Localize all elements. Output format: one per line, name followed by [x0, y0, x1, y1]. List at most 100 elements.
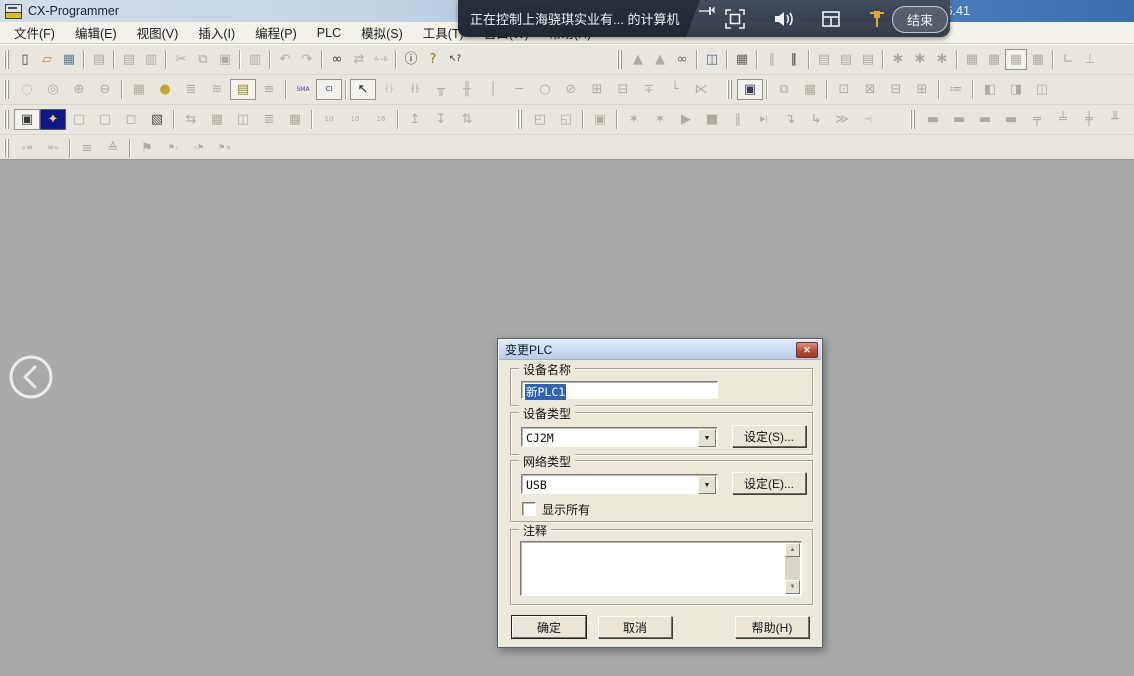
menu-view[interactable]: 视图(V)	[127, 21, 189, 44]
sim-step-in-icon[interactable]: ↴	[777, 109, 803, 130]
ok-button[interactable]: 确定	[512, 616, 586, 638]
function-block-invoke-icon[interactable]: ∓	[636, 79, 662, 100]
plc-clock-icon[interactable]: ◫	[230, 109, 256, 130]
bookmark-clear-icon[interactable]: ⚑×	[212, 138, 238, 159]
toolbar-grip[interactable]	[4, 80, 11, 99]
network-settings-button[interactable]: 设定(E)...	[732, 472, 806, 494]
sim-continuous-step-icon[interactable]: ≫	[829, 109, 855, 130]
context-help-icon[interactable]: ↖?	[444, 49, 466, 70]
menu-insert[interactable]: 插入(I)	[188, 21, 245, 44]
help-button[interactable]: 帮助(H)	[735, 616, 809, 638]
compile-program-icon[interactable]: ◫	[701, 49, 723, 70]
sim-stop-icon[interactable]: ■	[699, 109, 725, 130]
breakpoint-clear-icon[interactable]: ✶	[647, 109, 673, 130]
grid-toggle-icon[interactable]: ▦	[126, 79, 152, 100]
bookmark-toggle-icon[interactable]: ⚑	[134, 138, 160, 159]
differential-down-icon[interactable]: ╧	[1050, 109, 1076, 130]
next-reference-icon[interactable]: ↥	[402, 109, 428, 130]
mnemonic-view-icon[interactable]: SMA	[290, 79, 316, 100]
bookmark-previous-icon[interactable]: ‹⚑	[186, 138, 212, 159]
toolbar-grip[interactable]	[910, 110, 917, 129]
show-all-windows-icon[interactable]: ▲	[627, 49, 649, 70]
select-mode-icon[interactable]: ↖	[350, 79, 376, 100]
memory-cassette-icon[interactable]: ▬	[920, 109, 946, 130]
always-off-flag-icon[interactable]: ╫	[1128, 109, 1134, 130]
pause-monitoring-icon[interactable]: ∥	[783, 49, 805, 70]
menu-program[interactable]: 编程(P)	[245, 21, 307, 44]
previous-reference-icon[interactable]: ↧	[428, 109, 454, 130]
plc-memory-3-icon[interactable]: ▦	[1005, 49, 1027, 70]
io-table-icon[interactable]: ▦	[204, 109, 230, 130]
cancel-button[interactable]: 取消	[598, 616, 672, 638]
io-comment-view-icon[interactable]: ≋	[204, 79, 230, 100]
ladder-view-icon[interactable]: ▤	[230, 79, 256, 100]
toolbar-grip[interactable]	[727, 80, 734, 99]
expansion-memory-icon[interactable]: ▬	[972, 109, 998, 130]
function-block-instance-icon[interactable]: ⊟	[610, 79, 636, 100]
memory-grid-icon[interactable]: ▦	[282, 109, 308, 130]
menu-edit[interactable]: 编辑(E)	[65, 21, 127, 44]
delete-line-icon[interactable]: ⋉	[688, 79, 714, 100]
file-memory-icon[interactable]: ▬	[998, 109, 1024, 130]
print-preview-icon[interactable]: ▥	[140, 49, 162, 70]
replace-icon[interactable]: ⇄	[348, 49, 370, 70]
collapse-handle-icon[interactable]	[698, 2, 716, 11]
program-transfer-icon[interactable]: ▤	[835, 49, 857, 70]
indent-rung-icon[interactable]: ≡»	[40, 138, 66, 159]
save-file-icon[interactable]: ▦	[58, 49, 80, 70]
quick-monitor-icon[interactable]: ▢	[92, 109, 118, 130]
monitor-mode-icon[interactable]: ▢	[66, 109, 92, 130]
jump-reference-icon[interactable]: ⇅	[454, 109, 480, 130]
online-edit-send-icon[interactable]: ◨	[1003, 79, 1029, 100]
sim-scan-run-icon[interactable]: →|	[855, 109, 881, 130]
find-icon[interactable]: ∞	[326, 49, 348, 70]
rung-top-icon[interactable]: ≡	[74, 138, 100, 159]
line-connect-icon[interactable]: └	[662, 79, 688, 100]
work-online-pause-icon[interactable]: ∥	[761, 49, 783, 70]
close-icon[interactable]: ✕	[796, 342, 818, 358]
scroll-down-icon[interactable]: ▼	[785, 580, 800, 594]
network-type-select[interactable]: USB ▼	[521, 474, 718, 494]
toolbar-grip[interactable]	[617, 50, 624, 69]
copy-icon[interactable]: ⧉	[192, 49, 214, 70]
online-edit-begin-icon[interactable]: ◧	[977, 79, 1003, 100]
force-cancel-icon[interactable]: ⊟	[883, 79, 909, 100]
always-on-flag-icon[interactable]: ╨	[1102, 109, 1128, 130]
show-all-checkbox[interactable]	[522, 502, 536, 516]
differential-up-icon[interactable]: ╤	[1024, 109, 1050, 130]
contact-closed-icon[interactable]: ┨┠	[402, 79, 428, 100]
toolbar-grip[interactable]	[4, 50, 11, 69]
paste-program-icon[interactable]: ▥	[244, 49, 266, 70]
work-online-simulator-icon[interactable]: ✦	[40, 109, 66, 130]
sim-step-out-icon[interactable]: ↳	[803, 109, 829, 130]
transfer-from-plc-icon[interactable]: ✱	[909, 49, 931, 70]
carry-flag-icon[interactable]: ╪	[1076, 109, 1102, 130]
output-window-icon[interactable]: ◰	[527, 109, 553, 130]
zoom-out-icon[interactable]: ⊖	[92, 79, 118, 100]
force-on-icon[interactable]: ⊡	[831, 79, 857, 100]
about-info-icon[interactable]: ⓘ	[400, 49, 422, 70]
horizontal-line-icon[interactable]: ─	[506, 79, 532, 100]
address-list-icon[interactable]: ≣	[178, 79, 204, 100]
menu-file[interactable]: 文件(F)	[4, 21, 65, 44]
chevron-down-icon[interactable]: ▼	[698, 429, 716, 447]
rung-comment-icon[interactable]: ●	[152, 79, 178, 100]
comment-scrollbar[interactable]: ▲ ▼	[785, 543, 800, 594]
grid-calendar-icon[interactable]: ▦	[797, 79, 823, 100]
properties-icon[interactable]: ▧	[144, 109, 170, 130]
or-contact-open-icon[interactable]: ╥	[428, 79, 454, 100]
zoom-fit-icon[interactable]: ◌	[14, 79, 40, 100]
instruction-box-icon[interactable]: ⊞	[584, 79, 610, 100]
ci-view-icon[interactable]: CI	[316, 79, 342, 100]
find-warnings-icon[interactable]: ∞	[671, 49, 693, 70]
or-contact-closed-icon[interactable]: ╫	[454, 79, 480, 100]
coil-icon[interactable]: ○	[532, 79, 558, 100]
compile-all-programs-icon[interactable]: ▦	[731, 49, 753, 70]
print-setup-icon[interactable]: ▤	[88, 49, 110, 70]
device-type-select[interactable]: CJ2M ▼	[521, 427, 718, 447]
transfer-to-plc-icon[interactable]: ✱	[887, 49, 909, 70]
program-check-icon[interactable]: ▤	[813, 49, 835, 70]
print-icon[interactable]: ▤	[118, 49, 140, 70]
plc-memory-4-icon[interactable]: ▦	[1027, 49, 1049, 70]
show-errors-icon[interactable]: ▲	[649, 49, 671, 70]
